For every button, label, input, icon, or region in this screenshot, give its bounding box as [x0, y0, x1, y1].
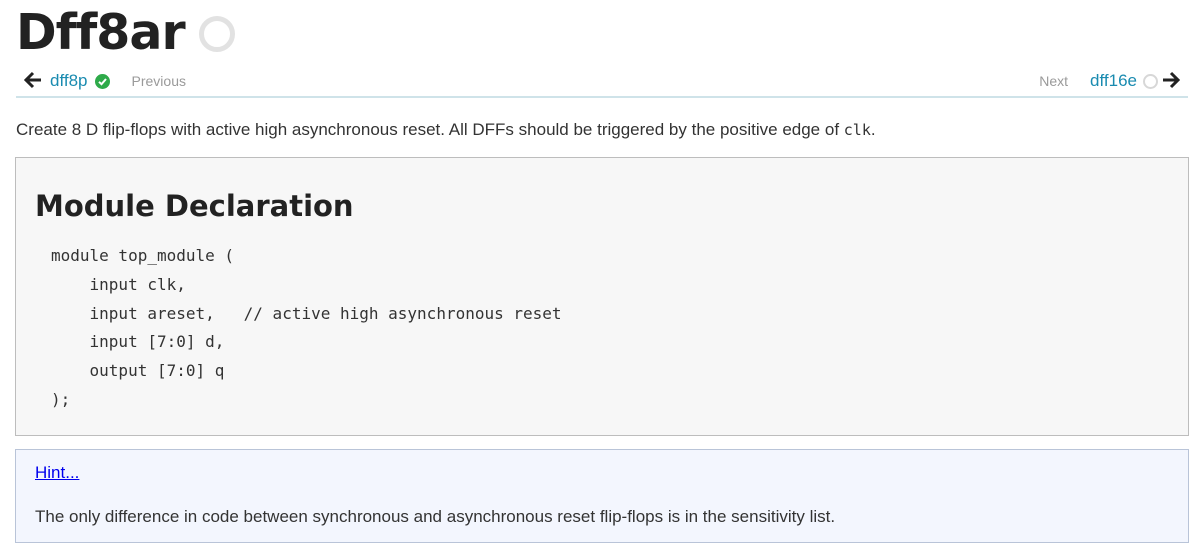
- arrow-left-icon-graphic: [23, 71, 41, 88]
- next-problem-link[interactable]: dff16e: [1090, 71, 1137, 91]
- previous-button[interactable]: Previous: [132, 73, 186, 89]
- next-button[interactable]: Next: [1039, 73, 1068, 89]
- incomplete-circle-icon: [198, 16, 235, 52]
- hint-box: Hint... The only difference in code betw…: [15, 449, 1189, 543]
- empty-circle-icon: [1143, 73, 1158, 89]
- hint-toggle-link[interactable]: Hint...: [35, 463, 79, 483]
- description-end: .: [870, 120, 876, 139]
- problem-description: Create 8 D flip-flops with active high a…: [16, 120, 876, 140]
- module-declaration-heading: Module Declaration: [35, 189, 354, 223]
- arrow-left-icon[interactable]: [23, 71, 42, 92]
- arrow-right-icon[interactable]: [1162, 71, 1181, 92]
- page-title: Dff8ar: [16, 4, 186, 61]
- code-line: );: [51, 389, 71, 409]
- prev-problem-link[interactable]: dff8p: [50, 71, 88, 91]
- module-code: module top_module ( input clk, input are…: [51, 242, 562, 415]
- code-line: input [7:0] d,: [51, 332, 225, 352]
- page-header: Dff8ar: [16, 2, 235, 64]
- problem-navigation: dff8p Previous Next dff16e: [16, 66, 1188, 98]
- nav-next-group: Next dff16e: [1039, 66, 1181, 96]
- code-line: input clk,: [51, 274, 186, 294]
- description-text: Create 8 D flip-flops with active high a…: [16, 120, 844, 139]
- code-line: module top_module (: [51, 246, 235, 265]
- module-declaration-box: Module Declaration module top_module ( i…: [15, 157, 1189, 436]
- hint-text: The only difference in code between sync…: [35, 507, 836, 526]
- check-circle-icon: [94, 73, 110, 89]
- code-line: output [7:0] q: [51, 361, 225, 381]
- nav-previous-group: dff8p Previous: [23, 66, 186, 96]
- inline-code-clk: clk: [843, 121, 871, 139]
- code-line: input areset, // active high asynchronou…: [51, 303, 562, 323]
- arrow-right-icon-graphic: [1163, 71, 1181, 88]
